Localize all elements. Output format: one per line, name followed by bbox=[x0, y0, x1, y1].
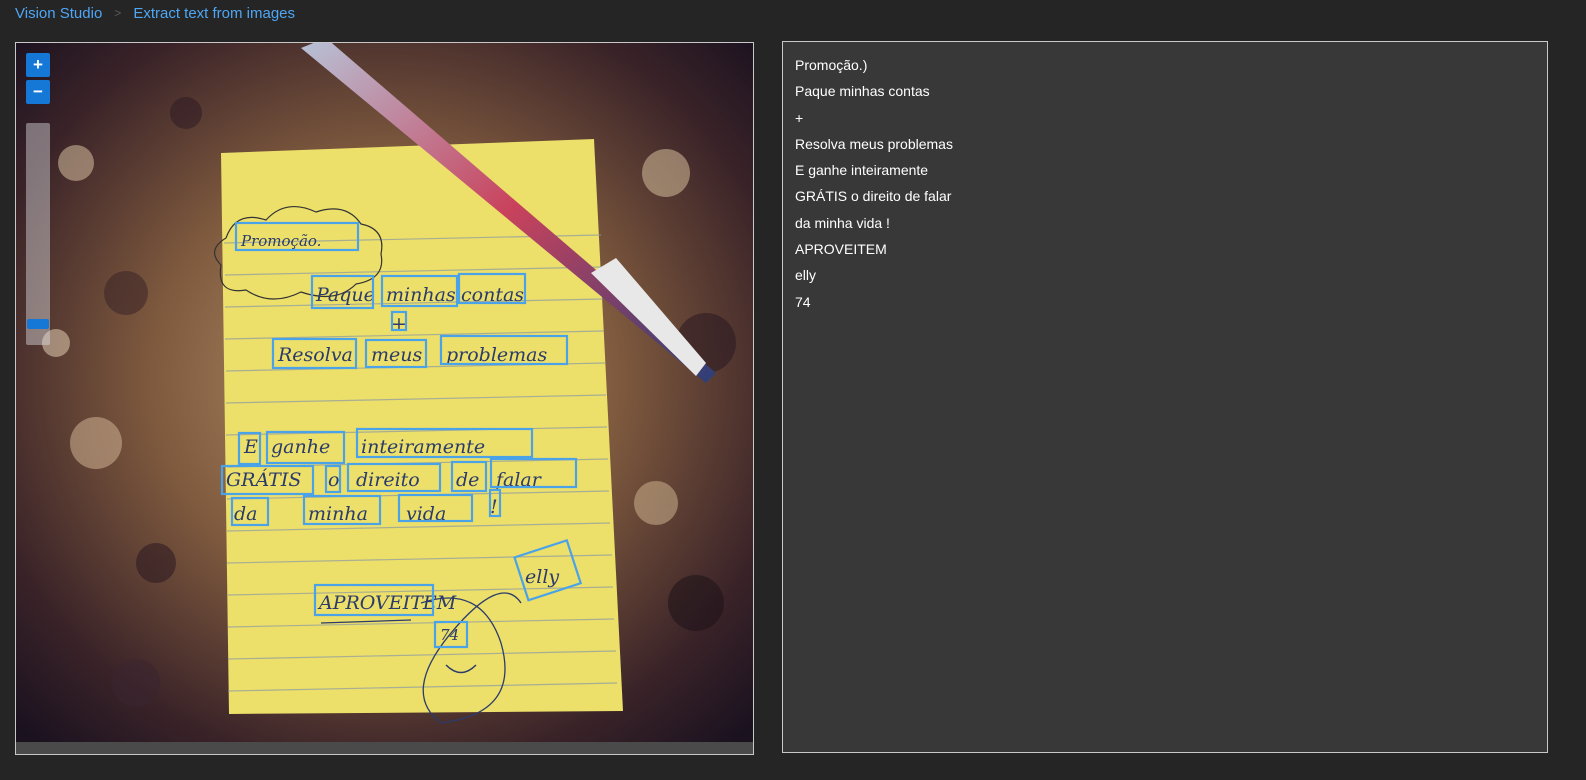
svg-text:Resolva: Resolva bbox=[277, 344, 353, 366]
extracted-text-line: GRÁTIS o direito de falar bbox=[795, 188, 952, 205]
extracted-text-panel: Promoção.) Paque minhas contas + Resolva… bbox=[782, 41, 1548, 753]
svg-text:problemas: problemas bbox=[446, 344, 548, 366]
svg-text:Paque: Paque bbox=[315, 284, 375, 306]
extracted-text-line: + bbox=[795, 109, 804, 126]
extracted-text-line: E ganhe inteiramente bbox=[795, 162, 929, 179]
svg-text:ganhe: ganhe bbox=[271, 436, 330, 458]
svg-text:!: ! bbox=[490, 496, 498, 518]
svg-text:E: E bbox=[243, 436, 258, 458]
image-bottom-bar bbox=[16, 742, 753, 754]
svg-text:Promoção.: Promoção. bbox=[240, 232, 321, 250]
zoom-in-button[interactable]: + bbox=[26, 53, 50, 77]
svg-text:GRÁTIS: GRÁTIS bbox=[226, 468, 301, 491]
extracted-text-line: elly bbox=[795, 267, 817, 284]
analyzed-photo: Promoção. Paque minhas contas + Resolva … bbox=[16, 43, 753, 742]
svg-text:elly: elly bbox=[525, 566, 559, 588]
extracted-text-line: Paque minhas contas bbox=[795, 83, 930, 100]
svg-text:minha: minha bbox=[308, 503, 368, 525]
breadcrumb: Vision Studio > Extract text from images bbox=[15, 3, 295, 23]
extracted-text-line: Promoção.) bbox=[795, 57, 868, 73]
svg-text:+: + bbox=[391, 313, 407, 335]
extracted-text-line: Resolva meus problemas bbox=[795, 135, 953, 152]
zoom-slider-thumb[interactable] bbox=[27, 319, 49, 329]
svg-text:APROVEITEM: APROVEITEM bbox=[317, 592, 457, 614]
breadcrumb-vision-studio[interactable]: Vision Studio bbox=[15, 5, 102, 22]
svg-text:minhas: minhas bbox=[386, 284, 456, 306]
extracted-text-line: da minha vida ! bbox=[795, 214, 890, 231]
svg-text:inteiramente: inteiramente bbox=[361, 436, 485, 458]
svg-text:da: da bbox=[234, 503, 258, 525]
breadcrumb-separator-icon: > bbox=[114, 6, 122, 20]
image-viewer[interactable]: Promoção. Paque minhas contas + Resolva … bbox=[15, 42, 754, 755]
svg-text:o: o bbox=[328, 469, 339, 491]
breadcrumb-extract-text[interactable]: Extract text from images bbox=[133, 5, 295, 22]
svg-text:direito: direito bbox=[356, 469, 420, 491]
zoom-slider[interactable] bbox=[26, 123, 50, 345]
extracted-text-line: 74 bbox=[795, 293, 811, 310]
svg-text:meus: meus bbox=[371, 344, 422, 366]
zoom-out-button[interactable]: − bbox=[26, 80, 50, 104]
extracted-text-line: APROVEITEM bbox=[795, 241, 887, 258]
svg-text:de: de bbox=[456, 469, 479, 491]
